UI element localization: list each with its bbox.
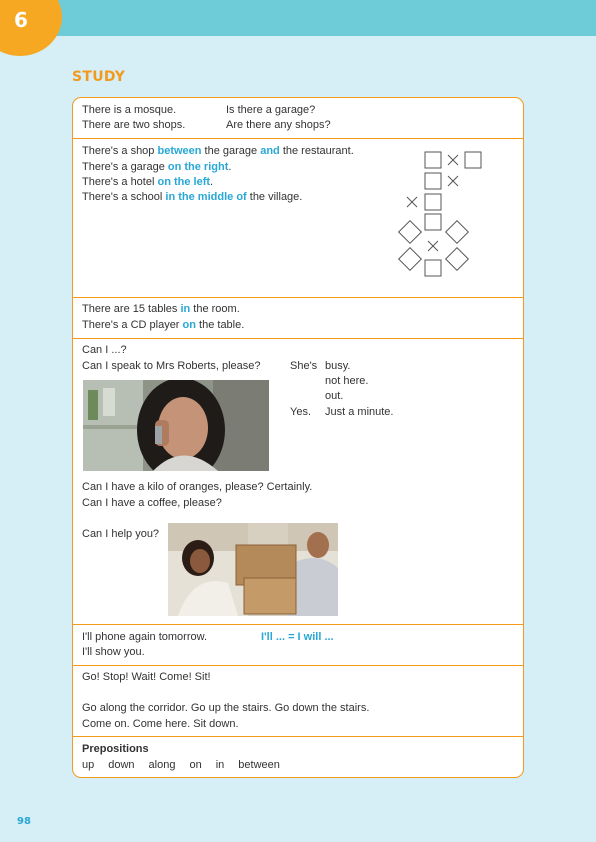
- answer-busy: busy.: [325, 360, 351, 372]
- divider: [73, 138, 523, 139]
- will-line-2: I'll show you.: [82, 646, 145, 658]
- preposition-item: down: [108, 759, 135, 771]
- divider: [73, 736, 523, 737]
- box-icon: [424, 259, 442, 277]
- will-line-1: I'll phone again tomorrow.: [82, 631, 208, 643]
- location-line-3: There's a hotel on the left.: [82, 176, 214, 188]
- preposition-item: along: [148, 759, 176, 771]
- unit-number: 6: [14, 8, 28, 32]
- in-on-line-1: There are 15 tables in the room.: [82, 303, 240, 315]
- divider: [73, 297, 523, 298]
- box-icon: [464, 151, 482, 169]
- box-icon: [424, 213, 442, 231]
- imperative-line-2: Go along the corridor. Go up the stairs.…: [82, 702, 370, 714]
- box-icon: [424, 151, 442, 169]
- section-title: STUDY: [72, 69, 126, 85]
- question-line-2: Are there any shops?: [226, 119, 331, 131]
- can-heading: Can I ...?: [82, 344, 127, 356]
- divider: [73, 338, 523, 339]
- there-is-line-2: There are two shops.: [82, 119, 186, 131]
- in-on-line-2: There's a CD player on the table.: [82, 319, 245, 331]
- cross-icon: [427, 240, 439, 252]
- study-panel: There is a mosque. There are two shops. …: [72, 97, 524, 778]
- answer-out: out.: [325, 390, 344, 402]
- divider: [73, 665, 523, 666]
- cross-icon: [447, 154, 459, 166]
- can-question: Can I speak to Mrs Roberts, please?: [82, 360, 261, 372]
- imperative-line-1: Go! Stop! Wait! Come! Sit!: [82, 671, 211, 683]
- position-diagram: [397, 151, 482, 277]
- question-line-1: Is there a garage?: [226, 104, 316, 116]
- woman-on-phone-photo: [83, 380, 269, 471]
- cross-icon: [406, 196, 418, 208]
- box-icon: [424, 172, 442, 190]
- diamond-icon: [444, 246, 470, 272]
- line-help: Can I help you?: [82, 528, 160, 540]
- preposition-item: in: [215, 759, 225, 771]
- divider: [73, 624, 523, 625]
- answer-not-here: not here.: [325, 375, 369, 387]
- location-line-2: There's a garage on the right.: [82, 161, 232, 173]
- diamond-icon: [444, 219, 470, 245]
- prepositions-list: up down along on in between: [82, 758, 294, 774]
- preposition-item: between: [238, 759, 280, 771]
- location-line-4: There's a school in the middle of the vi…: [82, 191, 303, 203]
- answer-prefix-shes: She's: [290, 360, 318, 372]
- answer-just-a-minute: Just a minute.: [325, 406, 394, 418]
- box-icon: [424, 193, 442, 211]
- preposition-item: up: [82, 759, 95, 771]
- diamond-icon: [397, 246, 423, 272]
- imperative-line-3: Come on. Come here. Sit down.: [82, 718, 239, 730]
- top-band: [0, 0, 596, 36]
- cross-icon: [447, 175, 459, 187]
- answer-prefix-yes: Yes.: [290, 406, 312, 418]
- delivery-photo: [168, 523, 338, 616]
- line-coffee: Can I have a coffee, please?: [82, 497, 222, 509]
- location-line-1: There's a shop between the garage and th…: [82, 145, 354, 157]
- diamond-icon: [397, 219, 423, 245]
- unit-badge: 6: [0, 0, 62, 56]
- there-is-line-1: There is a mosque.: [82, 104, 177, 116]
- will-rule: I'll ... = I will ...: [261, 631, 334, 643]
- preposition-item: on: [189, 759, 202, 771]
- page-number: 98: [17, 816, 31, 827]
- line-oranges: Can I have a kilo of oranges, please? Ce…: [82, 481, 313, 493]
- prepositions-heading: Prepositions: [82, 743, 149, 755]
